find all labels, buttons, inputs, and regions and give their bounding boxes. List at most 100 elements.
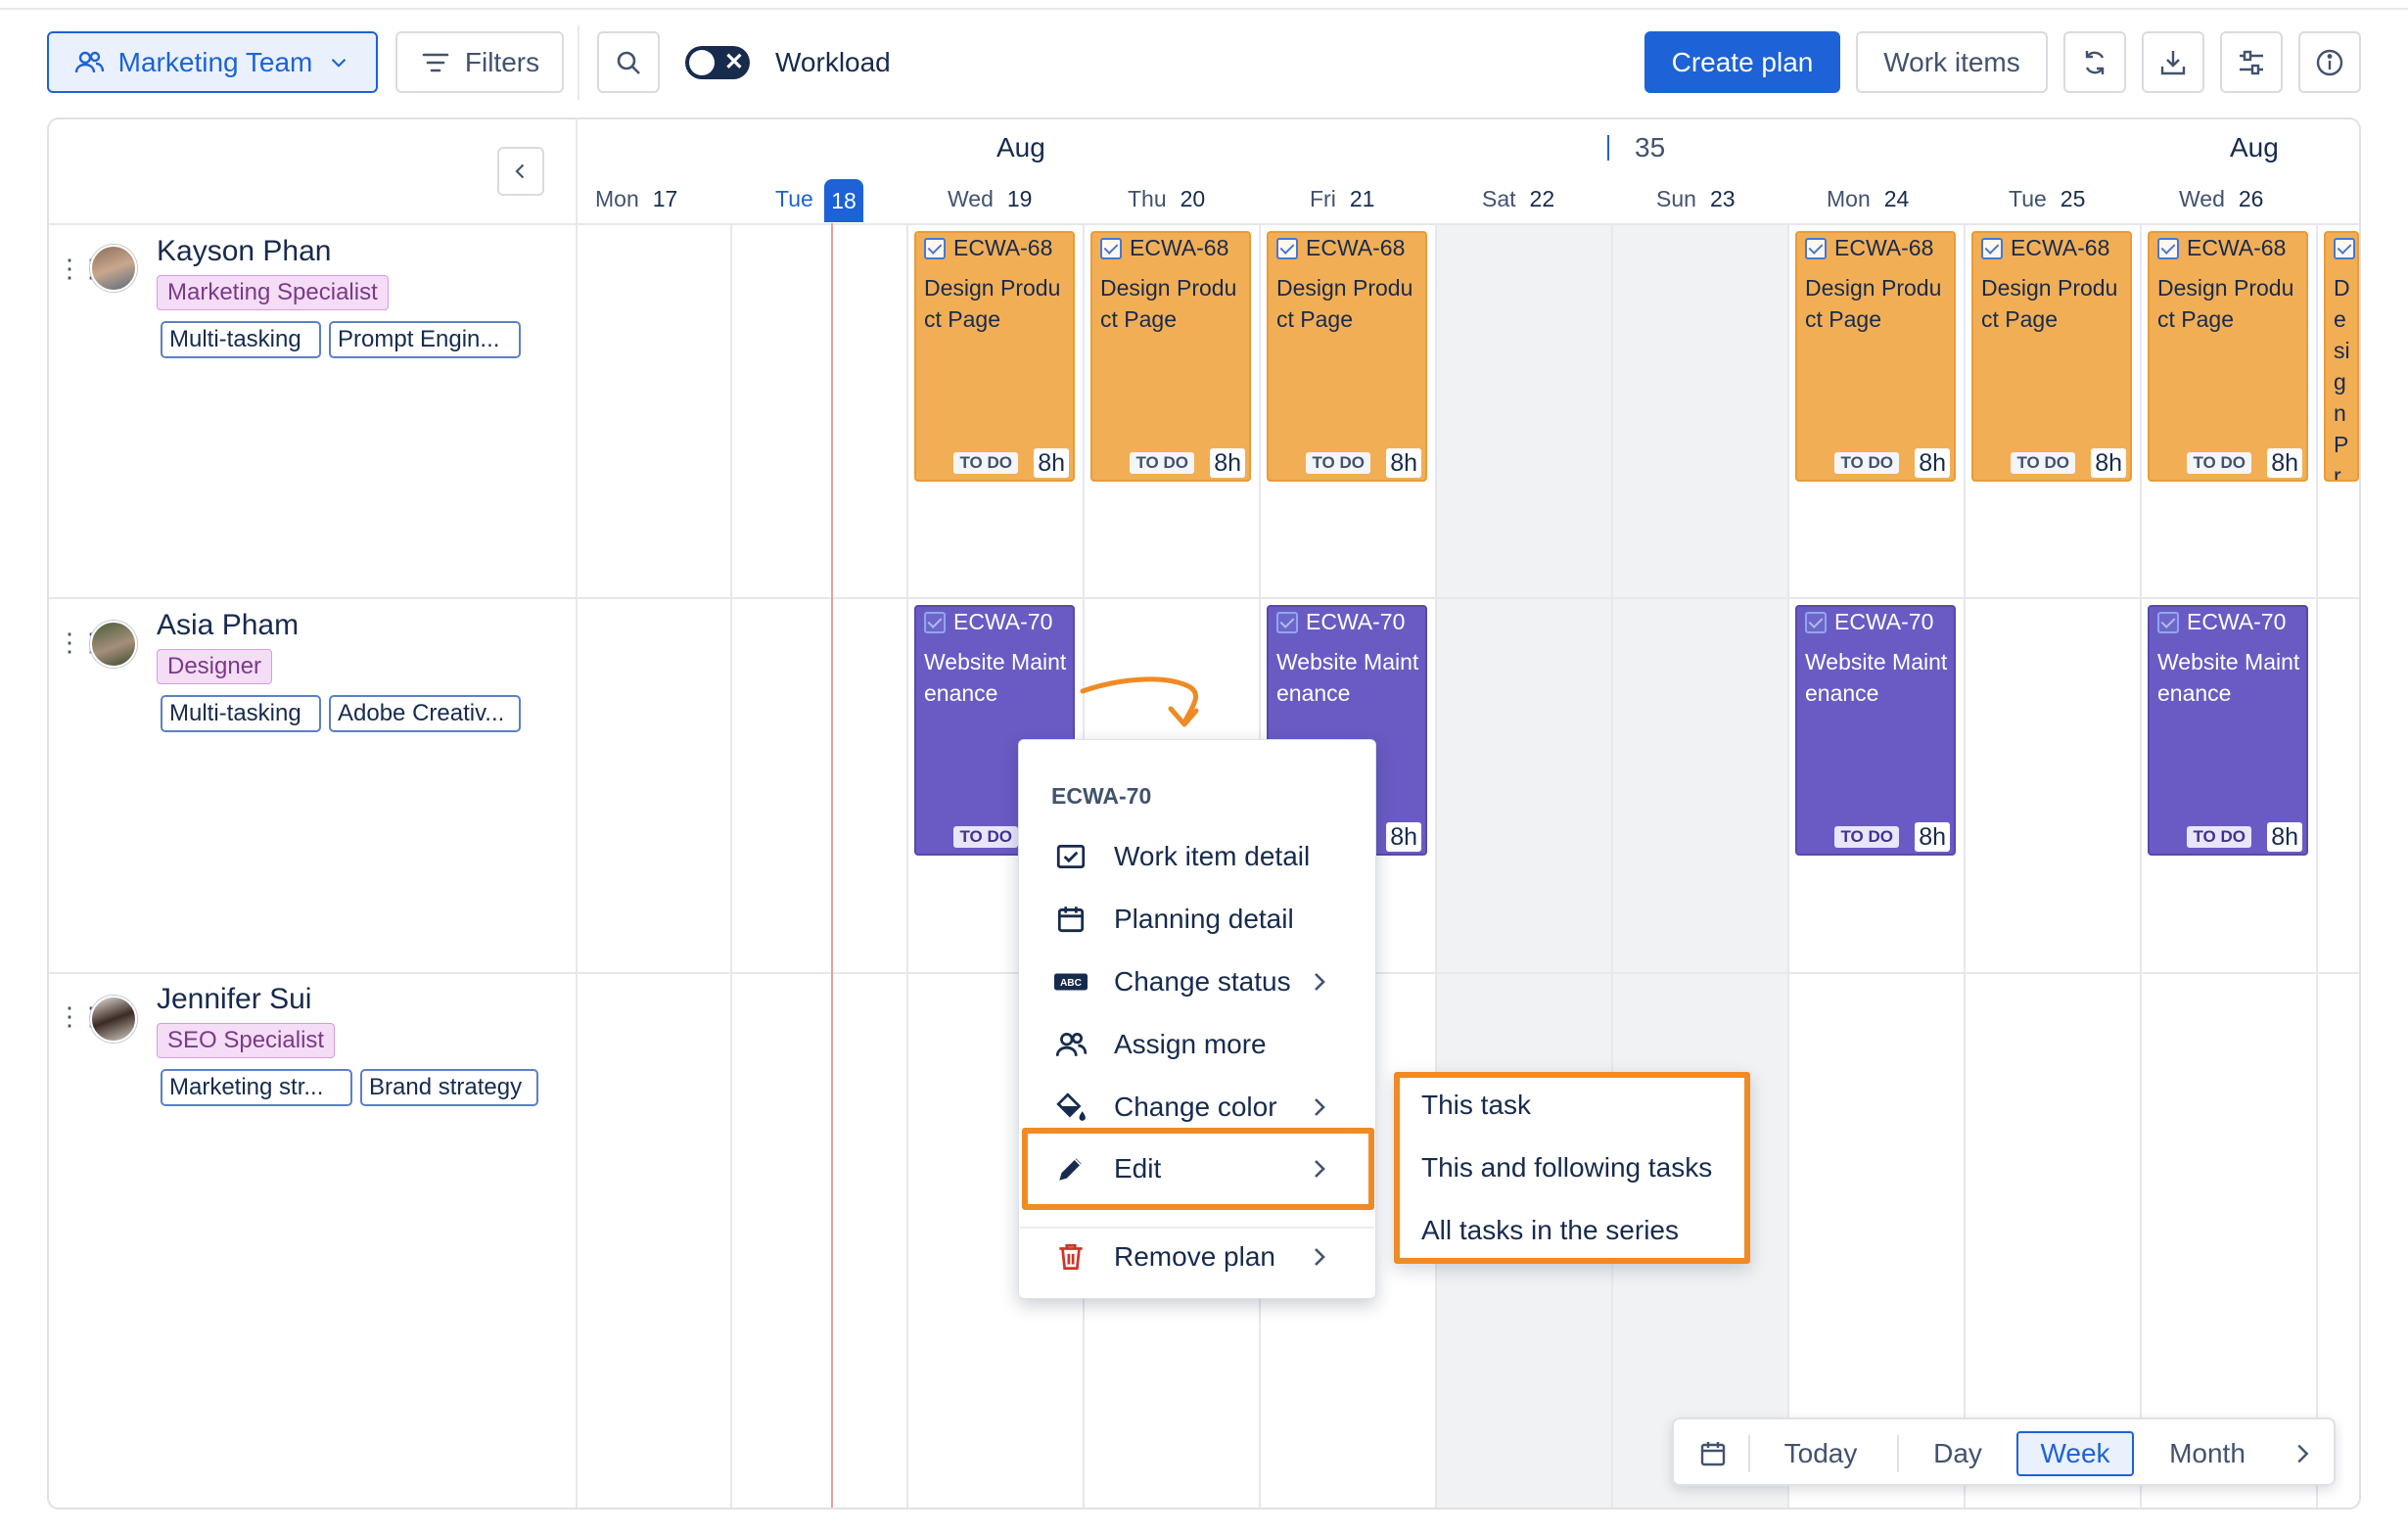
task-card-ecwa-68[interactable]: ECWA-68 Design Product Page TO DO 8h (2148, 231, 2308, 482)
workload-toggle[interactable]: ✕ (685, 46, 750, 79)
task-card-ecwa-70[interactable]: ECWA-70 Website Maintenance TO DO 8h (1795, 605, 1956, 856)
task-hours: 8h (2267, 448, 2302, 478)
task-hours: 8h (1386, 448, 1421, 478)
task-status: TO DO (1130, 452, 1194, 474)
next-period-button[interactable] (2281, 1431, 2324, 1476)
date-picker-button[interactable] (1691, 1431, 1735, 1476)
menu-item-label: Planning detail (1114, 904, 1294, 934)
refresh-button[interactable] (2063, 31, 2126, 93)
task-checkbox-icon (924, 612, 946, 633)
toggle-off-icon: ✕ (723, 49, 744, 75)
task-card-ecwa-68-partial[interactable]: Design Product Page (2324, 231, 2359, 482)
task-title: Design Product Page (2334, 275, 2350, 482)
task-card-ecwa-68[interactable]: ECWA-68 Design Product Page TO DO 8h (1971, 231, 2132, 482)
submenu-item-this-and-following[interactable]: This and following tasks (1421, 1152, 1712, 1184)
column-divider (730, 225, 732, 1508)
info-button[interactable] (2298, 31, 2361, 93)
task-title: Design Product Page (2157, 275, 2294, 332)
settings-sliders-icon (2240, 50, 2263, 74)
today-button[interactable]: Today (1770, 1431, 1872, 1476)
menu-item-change-status[interactable]: ABC Change status (1038, 954, 1361, 1009)
avatar (90, 245, 137, 292)
work-items-button[interactable]: Work items (1856, 31, 2048, 93)
chevron-left-icon (515, 163, 525, 179)
day-header-thu-20[interactable]: Thu 20 (1128, 186, 1205, 212)
day-header-today[interactable]: Tue (775, 186, 813, 212)
task-key: ECWA-70 (2187, 609, 2287, 634)
chevron-right-icon (1315, 973, 1325, 991)
filter-icon (422, 53, 449, 71)
abc-icon: ABC (1054, 973, 1088, 991)
drag-handle-icon[interactable]: ⋮⋮ (57, 1003, 104, 1029)
day-header-wed-19[interactable]: Wed 19 (948, 186, 1032, 212)
task-key: ECWA-70 (1306, 609, 1406, 634)
menu-item-planning-detail[interactable]: Planning detail (1038, 892, 1361, 947)
task-title: Design Product Page (1805, 275, 1942, 332)
filters-button[interactable]: Filters (395, 31, 564, 93)
task-hours: 8h (2267, 822, 2302, 852)
person-name[interactable]: Kayson Phan (157, 235, 331, 268)
chevron-right-icon (1315, 1248, 1325, 1266)
day-header-mon-24[interactable]: Mon 24 (1827, 186, 1909, 212)
menu-item-label: Work item detail (1114, 841, 1311, 871)
task-key: ECWA-68 (953, 235, 1053, 260)
task-status: TO DO (2187, 826, 2251, 848)
team-selector-label: Marketing Team (117, 46, 313, 77)
task-card-ecwa-68[interactable]: ECWA-68 Design Product Page TO DO 8h (914, 231, 1075, 482)
submenu-item-this-task[interactable]: This task (1421, 1090, 1531, 1121)
task-key: ECWA-68 (2187, 235, 2287, 260)
search-button[interactable] (597, 31, 660, 93)
task-hours: 8h (1210, 448, 1245, 478)
submenu-item-all-tasks[interactable]: All tasks in the series (1421, 1215, 1679, 1246)
person-name[interactable]: Asia Pham (157, 609, 299, 642)
view-settings-button[interactable] (2220, 31, 2283, 93)
menu-item-change-color[interactable]: Change color (1038, 1080, 1361, 1135)
task-checkbox-icon (1276, 238, 1298, 259)
task-card-ecwa-68[interactable]: ECWA-68 Design Product Page TO DO 8h (1090, 231, 1251, 482)
day-header-fri-21[interactable]: Fri 21 (1310, 186, 1374, 212)
menu-item-remove-plan[interactable]: Remove plan (1038, 1230, 1361, 1284)
task-card-ecwa-68[interactable]: ECWA-68 Design Product Page TO DO 8h (1795, 231, 1956, 482)
role-badge: Designer (157, 649, 273, 684)
calendar-icon (1057, 906, 1085, 933)
day-header-sat-22[interactable]: Sat 22 (1482, 186, 1554, 212)
task-hours: 8h (2091, 448, 2126, 478)
day-header-mon-17[interactable]: Mon 17 (595, 186, 677, 212)
task-checkbox-icon (1100, 238, 1122, 259)
task-title: Website Maintenance (1276, 649, 1419, 706)
task-checkbox-icon (1805, 612, 1827, 633)
task-status: TO DO (1834, 452, 1899, 474)
role-badge: Marketing Specialist (157, 275, 389, 310)
drag-handle-icon[interactable]: ⋮⋮ (57, 629, 104, 655)
day-header-tue-25[interactable]: Tue 25 (2009, 186, 2085, 212)
day-header-wed-26[interactable]: Wed 26 (2179, 186, 2263, 212)
column-divider (1435, 225, 1437, 1508)
day-header-sun-23[interactable]: Sun 23 (1656, 186, 1736, 212)
task-checkbox-icon (2334, 238, 2355, 259)
column-divider (1964, 225, 1966, 1508)
month-view-button[interactable]: Month (2150, 1431, 2265, 1476)
task-title: Design Product Page (1100, 275, 1237, 332)
menu-item-assign-more[interactable]: Assign more (1038, 1017, 1361, 1072)
search-icon (617, 51, 640, 74)
skill-tag: Multi-tasking (161, 321, 321, 358)
task-hours: 8h (1386, 822, 1421, 852)
task-card-ecwa-70[interactable]: ECWA-70 Website Maintenance TO DO 8h (2148, 605, 2308, 856)
collapse-sidebar-button[interactable] (497, 147, 544, 196)
trash-icon (1059, 1243, 1083, 1271)
task-card-ecwa-68[interactable]: ECWA-68 Design Product Page TO DO 8h (1267, 231, 1427, 482)
download-button[interactable] (2142, 31, 2204, 93)
team-selector-button[interactable]: Marketing Team (47, 31, 378, 93)
column-divider (2140, 225, 2142, 1508)
skill-tag: Multi-tasking (161, 695, 321, 732)
menu-item-label: Remove plan (1114, 1241, 1275, 1272)
team-icon (74, 51, 104, 72)
menu-item-work-item-detail[interactable]: Work item detail (1038, 829, 1361, 884)
create-plan-button[interactable]: Create plan (1644, 31, 1840, 93)
week-view-button[interactable]: Week (2016, 1431, 2134, 1476)
day-view-button[interactable]: Day (1917, 1431, 1999, 1476)
skill-tag: Marketing str... (161, 1069, 352, 1106)
task-status: TO DO (1834, 826, 1899, 848)
drag-handle-icon[interactable]: ⋮⋮ (57, 256, 104, 281)
person-name[interactable]: Jennifer Sui (157, 983, 311, 1016)
